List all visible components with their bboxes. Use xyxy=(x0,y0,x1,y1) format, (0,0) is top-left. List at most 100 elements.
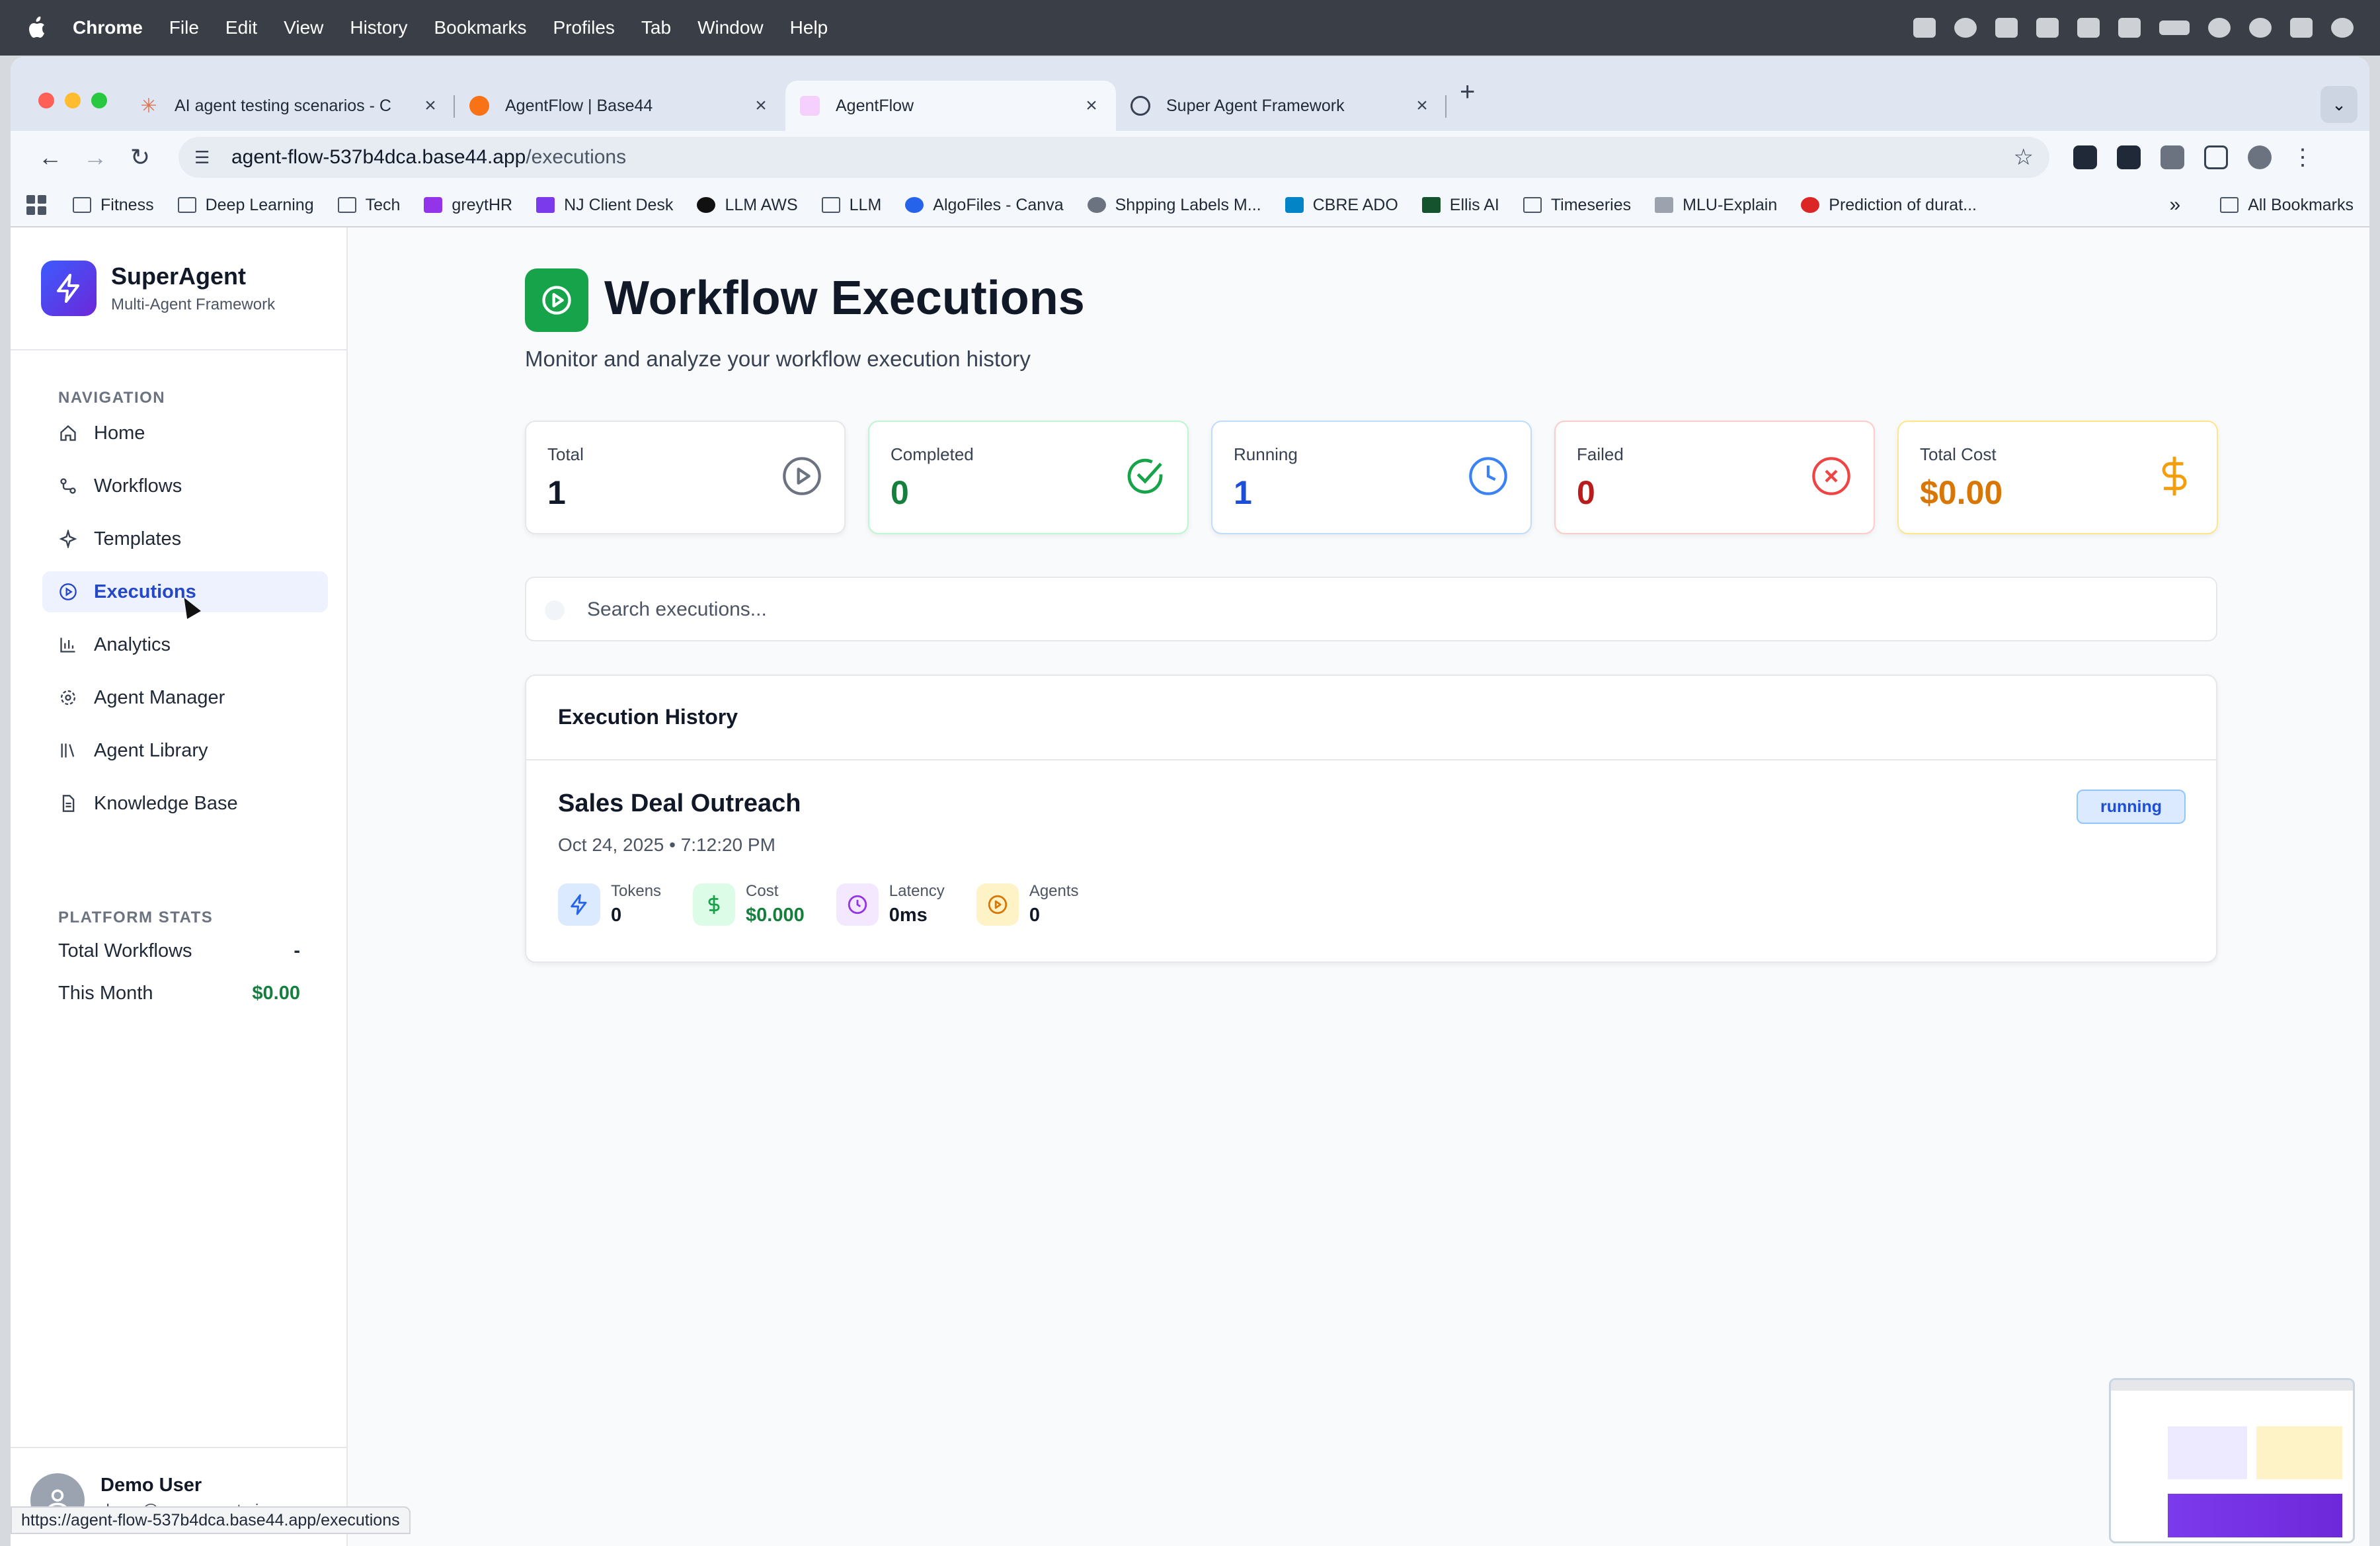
url-host: agent-flow-537b4dca.base44.app xyxy=(231,146,526,168)
forward-arrow-icon[interactable]: → xyxy=(75,143,115,171)
status-app-icon[interactable] xyxy=(2077,18,2100,38)
divider xyxy=(11,349,346,350)
sidebar-item-knowledge-base[interactable]: Knowledge Base xyxy=(42,783,328,824)
menu-tab[interactable]: Tab xyxy=(641,17,671,38)
sidebar-item-templates[interactable]: Templates xyxy=(42,518,328,559)
bookmark-timeseries[interactable]: Timeseries xyxy=(1523,196,1631,215)
close-tab-icon[interactable]: × xyxy=(1412,95,1432,117)
bookmark-deep-learning[interactable]: Deep Learning xyxy=(177,196,314,215)
tab-super-agent-framework[interactable]: Super Agent Framework × xyxy=(1116,81,1447,131)
menu-help[interactable]: Help xyxy=(790,17,828,38)
status-app-icon[interactable] xyxy=(1995,18,2018,38)
stat-card-total[interactable]: Total 1 xyxy=(525,421,846,534)
menu-profiles[interactable]: Profiles xyxy=(553,17,615,38)
tab-agentflow[interactable]: AgentFlow × xyxy=(785,81,1116,131)
bookmark-shipping-labels[interactable]: Shpping Labels M... xyxy=(1087,196,1261,215)
bookmark-cbre-ado[interactable]: CBRE ADO xyxy=(1285,196,1398,215)
mlu-icon xyxy=(1655,197,1674,213)
browser-toolbar: ← → ↻ ☰ agent-flow-537b4dca.base44.app /… xyxy=(11,131,2369,184)
siri-icon[interactable] xyxy=(2331,18,2354,38)
extension-icon[interactable] xyxy=(2117,145,2141,169)
bookmark-tech[interactable]: Tech xyxy=(337,196,400,215)
extension-icon[interactable] xyxy=(2161,145,2184,169)
menu-view[interactable]: View xyxy=(284,17,323,38)
minimize-window-button[interactable] xyxy=(65,93,81,108)
bookmark-fitness[interactable]: Fitness xyxy=(73,196,154,215)
sidebar-item-home[interactable]: Home xyxy=(42,413,328,454)
metric-label: Latency xyxy=(889,882,945,900)
search-input[interactable] xyxy=(587,591,2174,628)
menu-file[interactable]: File xyxy=(169,17,199,38)
bookmark-prediction[interactable]: Prediction of durat... xyxy=(1801,196,1977,215)
canva-icon xyxy=(905,197,924,213)
reload-icon[interactable]: ↻ xyxy=(120,143,160,171)
sidebar-item-agent-library[interactable]: Agent Library xyxy=(42,730,328,771)
profile-avatar-icon[interactable] xyxy=(2248,145,2272,169)
metric-value: 0 xyxy=(611,905,622,926)
menu-edit[interactable]: Edit xyxy=(225,17,257,38)
menu-history[interactable]: History xyxy=(350,17,407,38)
window-controls xyxy=(11,93,124,131)
wifi-icon[interactable] xyxy=(2208,18,2231,38)
sidebar-item-agent-manager[interactable]: Agent Manager xyxy=(42,677,328,718)
sidebar-item-workflows[interactable]: Workflows xyxy=(42,466,328,507)
bookmark-llm[interactable]: LLM xyxy=(821,196,881,215)
menu-app-name[interactable]: Chrome xyxy=(73,17,143,38)
tab-ai-agent-testing[interactable]: ✳ AI agent testing scenarios - C × xyxy=(124,81,455,131)
stat-total-workflows: Total Workflows - xyxy=(58,940,300,962)
new-tab-button[interactable]: + xyxy=(1447,77,1488,120)
mac-menubar: Chrome File Edit View History Bookmarks … xyxy=(0,0,2380,56)
stat-card-running[interactable]: Running 1 xyxy=(1211,421,1532,534)
address-bar[interactable]: ☰ agent-flow-537b4dca.base44.app /execut… xyxy=(178,137,2049,178)
spotlight-icon[interactable] xyxy=(2249,18,2272,38)
bookmark-nj-client-desk[interactable]: NJ Client Desk xyxy=(536,196,673,215)
stat-card-failed[interactable]: Failed 0 xyxy=(1554,421,1875,534)
maximize-window-button[interactable] xyxy=(91,93,107,108)
metric-value: 0ms xyxy=(889,905,928,926)
bookmark-ellis-ai[interactable]: Ellis AI xyxy=(1421,196,1499,215)
kebab-menu-icon[interactable]: ⋮ xyxy=(2291,145,2314,169)
all-bookmarks[interactable]: All Bookmarks xyxy=(2220,196,2354,215)
puzzle-extensions-icon[interactable] xyxy=(2204,145,2228,169)
close-tab-icon[interactable]: × xyxy=(420,95,440,117)
status-icons xyxy=(1913,18,2354,38)
back-arrow-icon[interactable]: ← xyxy=(30,143,70,171)
bookmark-mlu-explain[interactable]: MLU-Explain xyxy=(1655,196,1777,215)
sidebar-item-label: Workflows xyxy=(94,475,182,497)
more-bookmarks-chevron-icon[interactable]: » xyxy=(2170,194,2181,216)
user-name: Demo User xyxy=(100,1475,202,1496)
bookmark-algofiles-canva[interactable]: AlgoFiles - Canva xyxy=(905,196,1064,215)
execution-name[interactable]: Sales Deal Outreach xyxy=(558,790,801,818)
status-badge: running xyxy=(2076,790,2186,824)
control-center-icon[interactable] xyxy=(2290,18,2313,38)
tab-agentflow-base44[interactable]: AgentFlow | Base44 × xyxy=(455,81,785,131)
stat-card-total-cost[interactable]: Total Cost $0.00 xyxy=(1897,421,2218,534)
status-app-icon[interactable] xyxy=(2118,18,2141,38)
sidebar-item-analytics[interactable]: Analytics xyxy=(42,624,328,665)
apple-icon[interactable] xyxy=(26,17,46,39)
battery-icon[interactable] xyxy=(2159,20,2190,35)
menu-window[interactable]: Window xyxy=(697,17,764,38)
extension-icon[interactable] xyxy=(2073,145,2097,169)
close-tab-icon[interactable]: × xyxy=(1082,95,1101,117)
close-window-button[interactable] xyxy=(38,93,54,108)
status-app-icon[interactable] xyxy=(1913,18,1936,38)
tab-search-chevron-icon[interactable]: ⌄ xyxy=(2320,86,2358,123)
card-label: Failed xyxy=(1577,444,1624,464)
close-tab-icon[interactable]: × xyxy=(751,95,771,117)
metric-label: Agents xyxy=(1029,882,1079,900)
brand[interactable]: SuperAgent Multi-Agent Framework xyxy=(41,261,275,316)
folder-icon xyxy=(337,197,356,213)
bookmark-llm-aws[interactable]: LLM AWS xyxy=(697,196,798,215)
screenshot-thumbnail[interactable] xyxy=(2109,1378,2355,1543)
status-app-icon[interactable] xyxy=(2036,18,2059,38)
menu-bookmarks[interactable]: Bookmarks xyxy=(434,17,526,38)
globe-icon xyxy=(1130,96,1150,116)
bookmark-greythr[interactable]: greytHR xyxy=(424,196,512,215)
sidebar: SuperAgent Multi-Agent Framework NAVIGAT… xyxy=(11,227,348,1546)
apps-grid-icon[interactable] xyxy=(26,195,46,215)
site-settings-icon[interactable]: ☰ xyxy=(194,147,218,168)
status-grammarly-icon[interactable] xyxy=(1954,18,1977,38)
stat-card-completed[interactable]: Completed 0 xyxy=(868,421,1189,534)
bookmark-star-icon[interactable]: ☆ xyxy=(2014,144,2034,171)
